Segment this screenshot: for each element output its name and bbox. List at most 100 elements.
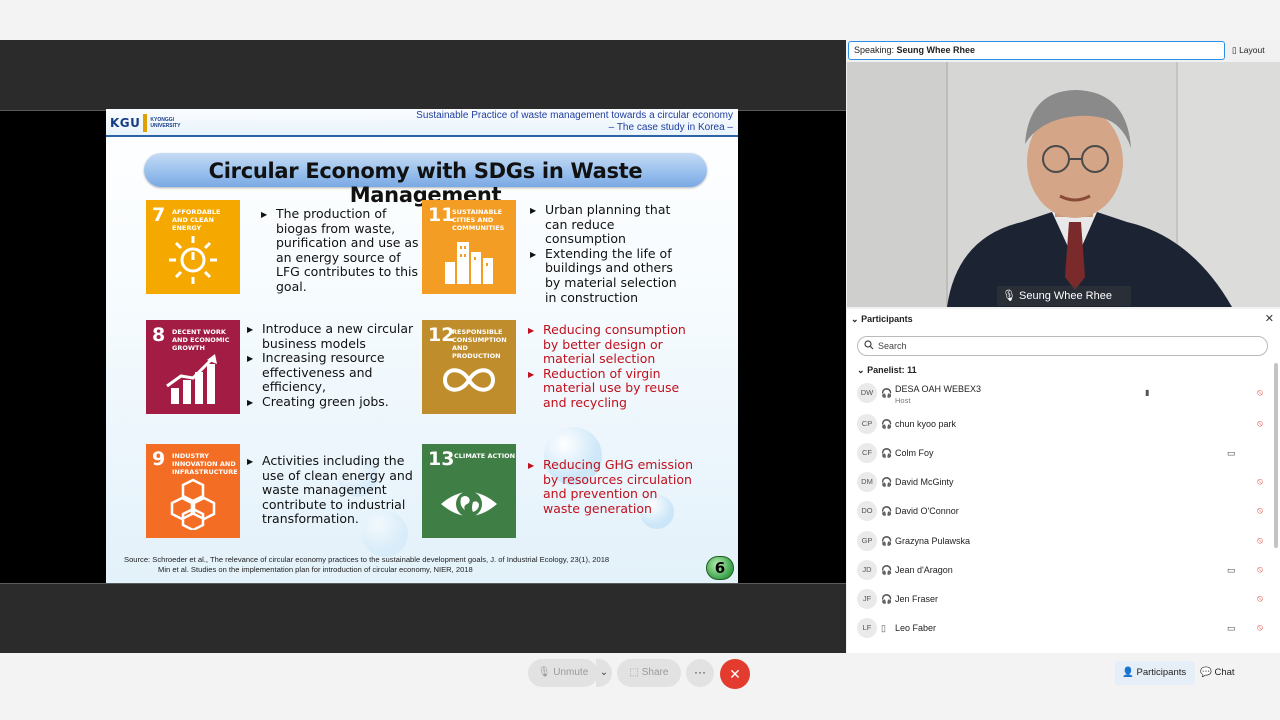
speaking-indicator: Speaking: Seung Whee Rhee [848,41,1225,60]
unmute-label: Unmute [553,667,589,678]
leave-meeting-button[interactable]: ✕ [720,659,750,689]
sdg-11-bullets: Urban planning that can reduce consumpti… [530,202,690,305]
close-icon[interactable]: ✕ [1265,312,1274,325]
participant-name: Colm Foy [895,448,934,458]
search-input[interactable]: Search [857,336,1268,356]
layout-button[interactable]: ▯ Layout [1232,42,1276,59]
source-line-1: Source: Schroeder et al., The relevance … [124,555,610,564]
sdg-number: 13 [428,448,455,470]
headset-icon: 🎧 [881,448,893,458]
slide-source: Source: Schroeder et al., The relevance … [124,555,684,575]
layout-icon: ▯ [1232,45,1237,55]
participant-row[interactable]: JF 🎧 Jen Fraser ⦸ [855,587,1265,613]
camera-icon[interactable]: ▭ [1227,448,1236,459]
headset-icon: 🎧 [881,506,893,516]
participant-name: DESA OAH WEBEX3 [895,384,982,394]
participant-row[interactable]: LF ▯ Leo Faber ▭ ⦸ [855,616,1265,642]
participants-title: Participants [861,314,913,324]
participant-role: Host [895,396,911,405]
panelist-group-header[interactable]: ⌄ Panelist: 11 [857,365,917,376]
speaking-name: Seung Whee Rhee [896,45,976,55]
headset-icon: 🎧 [881,477,893,487]
logo-bar [143,114,148,132]
sdg-number: 11 [428,204,455,226]
participant-row[interactable]: GP 🎧 Grazyna Pulawska ⦸ [855,529,1265,555]
bullet-item: Creating green jobs. [247,394,417,410]
sdg-11-tile: 11 SUSTAINABLE CITIES AND COMMUNITIES [422,200,516,294]
avatar: CP [857,414,877,434]
sdg-7-tile: 7 AFFORDABLE AND CLEAN ENERGY [146,200,240,294]
speaking-prefix: Speaking: [854,45,895,55]
share-label: Share [641,667,669,678]
avatar: JF [857,589,877,609]
sdg-number: 9 [152,448,166,470]
mic-muted-icon[interactable]: ⦸ [1257,564,1263,575]
mic-muted-icon[interactable]: ⦸ [1257,476,1263,487]
bullet-item: Reducing consumption by better design or… [528,322,698,367]
city-buildings-icon [445,242,493,284]
participant-name: Jen Fraser [895,594,939,604]
speaker-video [847,62,1280,307]
phone-icon: ▯ [881,623,886,633]
chevron-down-icon: ⌄ [851,314,859,324]
tab-chat-label: Chat [1214,667,1235,678]
participant-name: David McGinty [895,477,954,487]
sdg-8-tile: 8 DECENT WORK AND ECONOMIC GROWTH [146,320,240,414]
share-button[interactable]: ⬚ Share [617,659,681,687]
participant-row[interactable]: JD 🎧 Jean d'Aragon ▭ ⦸ [855,558,1265,584]
earth-eye-icon [441,491,497,517]
cubes-icon [170,478,216,530]
avatar: CF [857,443,877,463]
slide-title-banner: Circular Economy with SDGs in Waste Mana… [144,153,707,207]
sdg-number: 12 [428,324,455,346]
participant-row[interactable]: DM 🎧 David McGinty ⦸ [855,470,1265,496]
share-icon: ⬚ [629,667,639,678]
chevron-down-icon: ⌄ [857,365,865,375]
sdg-12-bullets: Reducing consumption by better design or… [528,322,698,411]
mic-muted-icon[interactable]: ⦸ [1257,505,1263,516]
more-options-button[interactable]: ··· [686,659,714,687]
avatar: JD [857,560,877,580]
participant-row[interactable]: DW 🎧 DESA OAH WEBEX3 Host ▮ ⦸ [855,381,1265,407]
mic-muted-icon[interactable]: ⦸ [1257,593,1263,604]
participant-row[interactable]: CP 🎧 chun kyoo park ⦸ [855,412,1265,438]
mic-muted-icon[interactable]: ⦸ [1257,535,1263,546]
mic-muted-icon[interactable]: ⦸ [1257,387,1263,398]
participant-row[interactable]: CF 🎧 Colm Foy ▭ [855,441,1265,467]
bullet-item: Reduction of virgin material use by reus… [528,366,698,411]
logo-text-line2: UNIVERSITY [150,123,181,129]
video-name-label: 🎙 Seung Whee Rhee [997,286,1131,306]
slide-page-number: 6 [706,556,734,580]
slide-subtitle-line2: – The case study in Korea – [608,122,733,133]
camera-icon[interactable]: ▭ [1227,623,1236,634]
camera-icon[interactable]: ▭ [1227,565,1236,576]
participant-name: David O'Connor [895,506,959,516]
sdg-9-tile: 9 INDUSTRY INNOVATION AND INFRASTRUCTURE [146,444,240,538]
headset-icon: 🎧 [881,594,893,604]
tab-participants[interactable]: 👤 Participants [1115,661,1195,685]
bullet-item: Urban planning that can reduce consumpti… [530,202,690,247]
unmute-button[interactable]: 🎙 Unmute [528,659,598,687]
infinity-loop-icon [442,368,496,392]
sdg-8-bullets: Introduce a new circular business models… [247,321,417,410]
tab-chat[interactable]: 💬 Chat [1200,661,1250,685]
avatar: GP [857,531,877,551]
slide-header: KGU KYONGGI UNIVERSITY Sustainable Pract… [106,109,738,137]
participants-header[interactable]: ⌄ Participants [851,314,913,325]
participants-scrollbar[interactable] [1274,363,1278,548]
mic-muted-icon[interactable]: ⦸ [1257,418,1263,429]
sdg-number: 8 [152,324,166,346]
bullet-item: Extending the life of buildings and othe… [530,246,690,305]
growth-chart-icon [166,354,217,404]
bullet-item: Reducing GHG emission by resources circu… [528,457,698,516]
participant-row[interactable]: DO 🎧 David O'Connor ⦸ [855,499,1265,525]
signal-icon: ▮ [1145,388,1150,397]
participant-name: Jean d'Aragon [895,565,953,575]
avatar: LF [857,618,877,638]
mic-muted-icon[interactable]: ⦸ [1257,622,1263,633]
tab-participants-label: Participants [1136,667,1187,678]
sdg-label: AFFORDABLE AND CLEAN ENERGY [172,208,221,232]
logo-text: KYONGGI UNIVERSITY [150,117,180,129]
slide-subtitle-line1: Sustainable Practice of waste management… [416,110,733,121]
avatar: DO [857,501,877,521]
